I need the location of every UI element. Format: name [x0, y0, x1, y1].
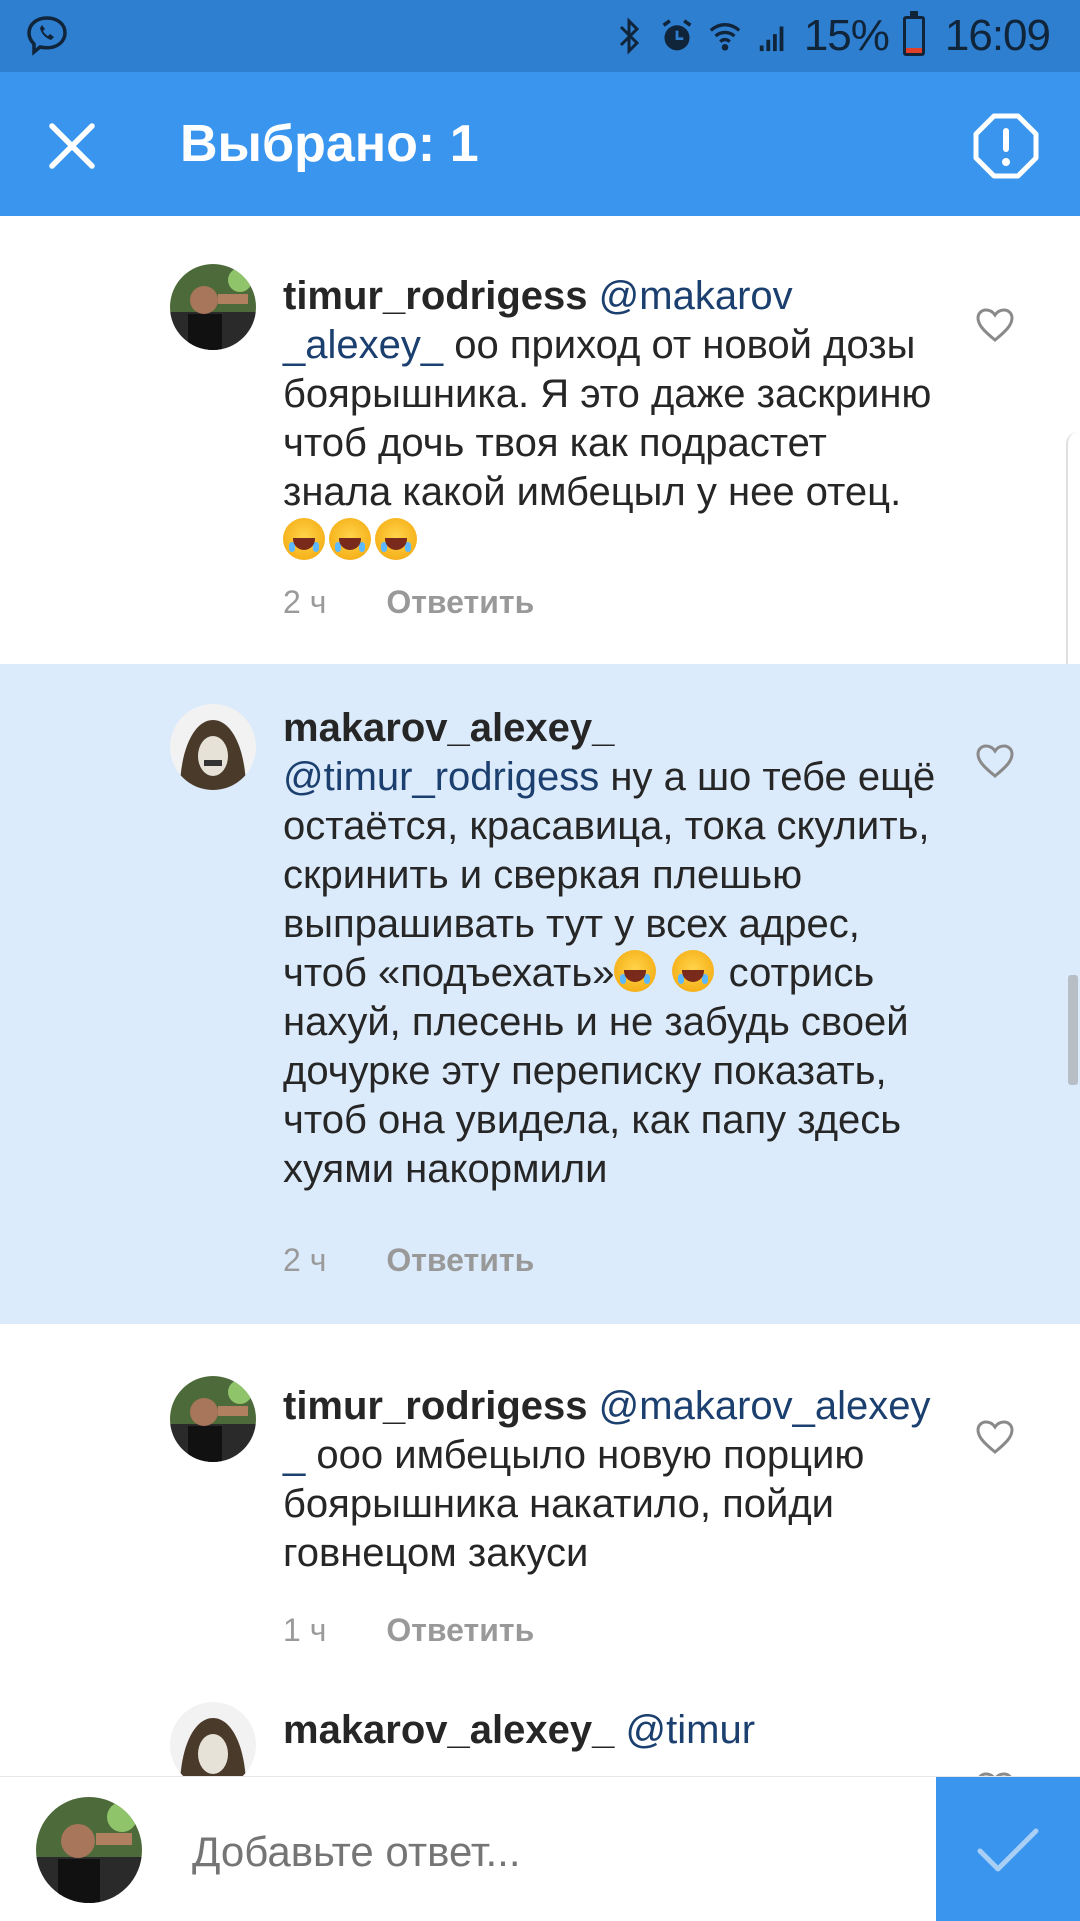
comment-time: 2 ч	[283, 584, 327, 620]
send-button[interactable]	[936, 1777, 1080, 1921]
current-user-avatar	[36, 1797, 142, 1903]
battery-percent: 15%	[803, 11, 890, 60]
wifi-icon	[708, 16, 742, 56]
comment-meta: 2 ч Ответить	[283, 584, 534, 621]
status-bar: 15% 16:09	[0, 0, 1080, 72]
comment-time: 1 ч	[283, 1612, 327, 1648]
comment-username[interactable]: makarov_alexey_	[283, 1708, 614, 1752]
comment-username[interactable]: makarov_alexey_	[283, 706, 614, 750]
rofl-emoji-icon	[329, 518, 371, 560]
avatar[interactable]	[170, 704, 256, 790]
reply-button[interactable]: Ответить	[386, 1612, 534, 1649]
scrollbar-thumb[interactable]	[1068, 975, 1078, 1085]
selection-app-bar: Выбрано: 1	[0, 72, 1080, 216]
joy-emoji-icon	[614, 950, 657, 992]
bluetooth-icon	[612, 16, 646, 56]
joy-emoji-icon	[671, 950, 714, 992]
reply-input[interactable]	[190, 1821, 894, 1883]
signal-icon	[756, 16, 790, 56]
comment-text: makarov_alexey_ @timur_rodrigess ну а шо…	[283, 704, 943, 1194]
avatar[interactable]	[170, 264, 256, 350]
comment-body: ооо имбецыло новую порцию боярышника нак…	[283, 1433, 865, 1575]
rofl-emoji-icon	[283, 518, 325, 560]
report-icon[interactable]	[972, 112, 1040, 180]
comment-mention[interactable]: @timur_rodrigess	[283, 755, 599, 799]
comment-item[interactable]: makarov_alexey_ @timur	[0, 1660, 1080, 1776]
like-heart-icon[interactable]	[974, 1418, 1016, 1456]
like-heart-icon[interactable]	[974, 742, 1016, 780]
page-title: Выбрано: 1	[180, 115, 479, 173]
comment-list[interactable]: timur_rodrigess @makarov _alexey_ оо при…	[0, 216, 1080, 1776]
comment-text: timur_rodrigess @makarov _alexey_ оо при…	[283, 272, 943, 566]
viber-notification-icon	[27, 16, 67, 56]
comment-text: makarov_alexey_ @timur	[283, 1706, 943, 1755]
comment-username[interactable]: timur_rodrigess	[283, 1384, 588, 1428]
like-heart-icon[interactable]	[974, 306, 1016, 344]
comment-username[interactable]: timur_rodrigess	[283, 274, 588, 318]
comment-text: timur_rodrigess @makarov_alexey _ ооо им…	[283, 1382, 943, 1578]
clock: 16:09	[944, 11, 1051, 60]
reply-button[interactable]: Ответить	[386, 1242, 534, 1279]
battery-icon	[902, 11, 925, 56]
avatar[interactable]	[170, 1702, 256, 1776]
comment-meta: 1 ч Ответить	[283, 1612, 534, 1649]
comment-item[interactable]: timur_rodrigess @makarov_alexey _ ооо им…	[0, 1324, 1080, 1660]
checkmark-icon	[977, 1828, 1039, 1872]
comment-item-selected[interactable]: makarov_alexey_ @timur_rodrigess ну а шо…	[0, 664, 1080, 1324]
alarm-icon	[660, 16, 694, 56]
comment-meta: 2 ч Ответить	[283, 1242, 534, 1279]
reply-button[interactable]: Ответить	[386, 584, 534, 621]
comment-mention[interactable]: @timur	[626, 1708, 756, 1752]
reply-composer	[0, 1776, 1080, 1921]
comment-item[interactable]: timur_rodrigess @makarov _alexey_ оо при…	[0, 216, 1080, 664]
avatar[interactable]	[170, 1376, 256, 1462]
comment-time: 2 ч	[283, 1242, 327, 1278]
close-icon[interactable]	[44, 118, 100, 174]
rofl-emoji-icon	[375, 518, 417, 560]
